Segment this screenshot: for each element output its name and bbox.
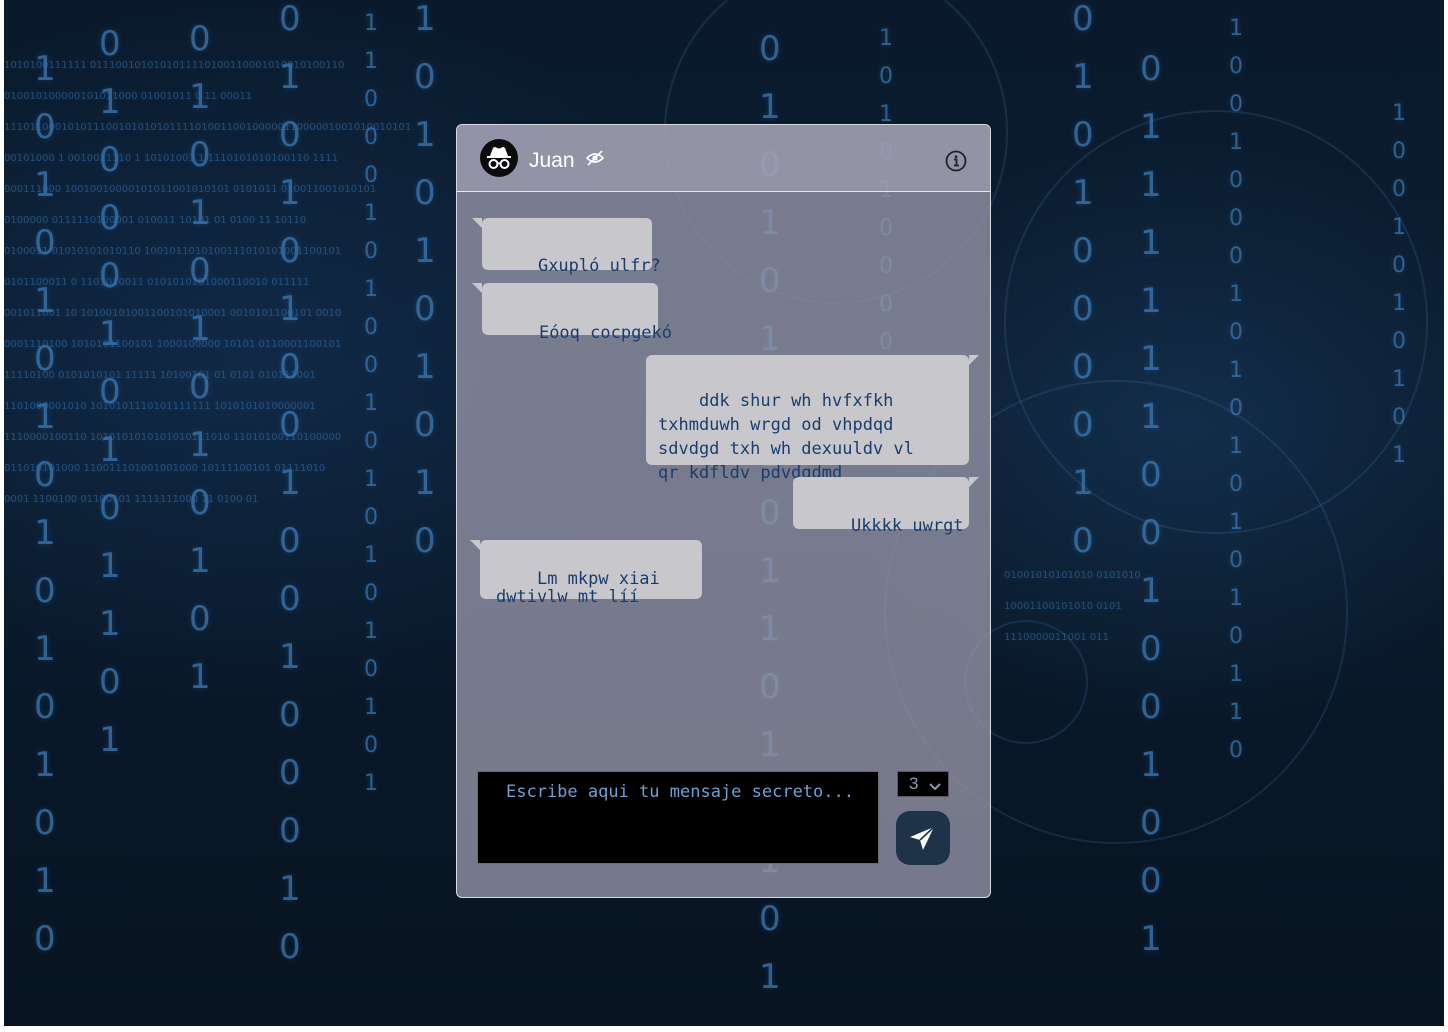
contact-name: Juan <box>529 149 575 172</box>
message-text: ddk shur wh hvfxfkh txhmduwh wrgd od vhp… <box>658 391 914 483</box>
message-incoming: Gxupló ulfr? <box>472 218 661 276</box>
message-outgoing: Ukkkk uwrgt <box>793 477 979 536</box>
message-outgoing: ddk shur wh hvfxfkh txhmduwh wrgd od vhp… <box>646 355 979 483</box>
expiry-select-value: 3 <box>909 774 919 793</box>
chat-header: Juan <box>457 125 990 192</box>
paper-plane-icon <box>910 826 935 850</box>
message-input[interactable] <box>477 771 879 864</box>
avatar <box>480 139 518 177</box>
expiry-select[interactable]: 3 <box>897 771 949 797</box>
message-text: Gxupló ulfr? <box>537 256 661 276</box>
chevron-down-icon <box>928 779 942 797</box>
incognito-icon <box>487 147 511 169</box>
message-incoming: Lm mkpw xiai dwtivlw mt líí <box>470 540 702 606</box>
message-text: Lm mkpw xiai dwtivlw mt líí <box>496 569 660 607</box>
message-text: Ukkkk uwrgt <box>850 516 964 536</box>
message-incoming: Eóoq cocpgekó <box>472 283 672 343</box>
info-icon[interactable] <box>945 150 967 172</box>
eye-slash-icon <box>585 149 605 172</box>
chat-window: Juan Gxupló ulfr? Eóoq cocpgekó ddk shur… <box>456 124 991 898</box>
message-text: Eóoq cocpgekó <box>538 323 673 343</box>
send-button[interactable] <box>896 811 950 865</box>
